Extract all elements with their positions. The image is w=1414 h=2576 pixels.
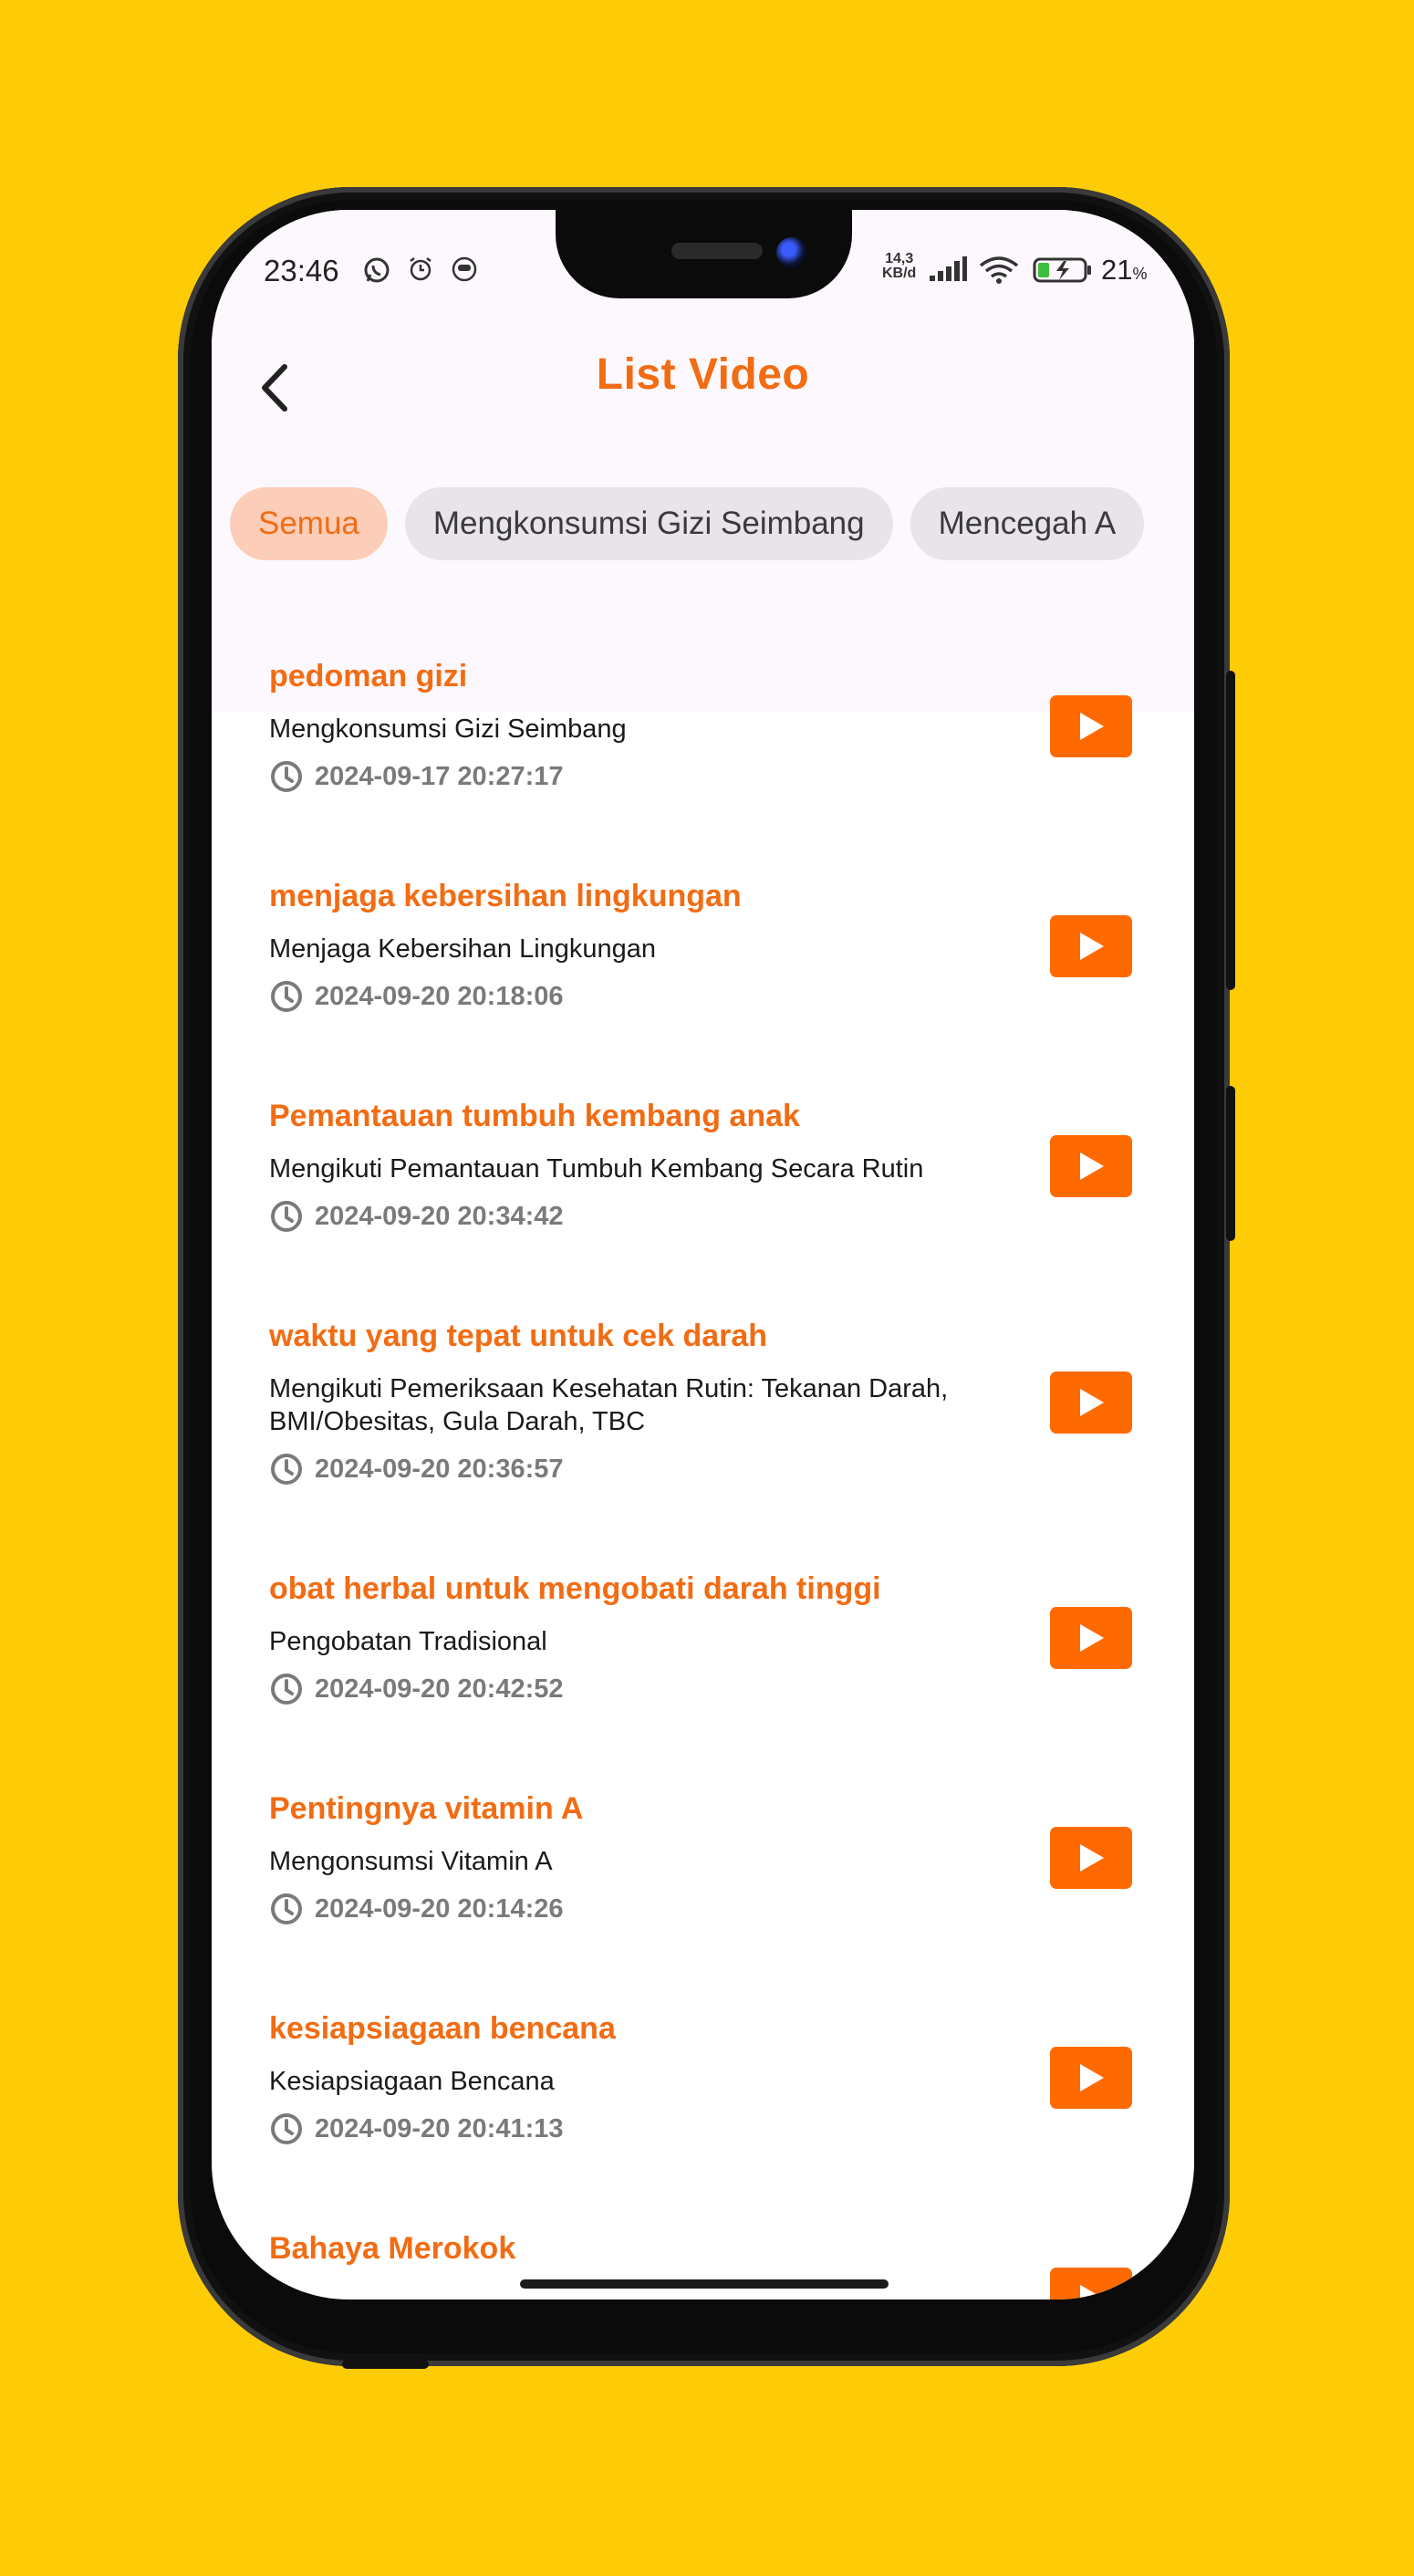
clock-icon [271, 761, 302, 792]
play-icon [1080, 2285, 1104, 2300]
video-title[interactable]: Pentingnya vitamin A [269, 1789, 1145, 1829]
app-screen: 23:46 14,3 KB/d 21% List Video Semua Men… [212, 210, 1194, 2300]
category-filter-bar: Semua Mengkonsumsi Gizi Seimbang Mencegah … [230, 487, 1161, 562]
video-category: Pengobatan Tradisional [269, 1627, 547, 1656]
clock-icon [271, 1454, 302, 1485]
play-video-button[interactable] [1050, 1827, 1132, 1889]
play-video-button[interactable] [1050, 2268, 1132, 2300]
play-video-button[interactable] [1050, 915, 1132, 977]
play-icon [1080, 713, 1104, 740]
status-time: 23:46 [264, 254, 339, 287]
page-title: List Video [596, 350, 810, 399]
phone-power-button [1226, 1086, 1235, 1241]
play-video-button[interactable] [1050, 1371, 1132, 1434]
clock-icon [271, 1674, 302, 1705]
clock-icon [271, 981, 302, 1012]
network-speed: 14,3 KB/d [882, 252, 916, 281]
wifi-icon [978, 256, 1020, 289]
clock-icon [271, 1201, 302, 1232]
camera-notch [556, 210, 852, 298]
network-speed-value: 14,3 [885, 251, 914, 266]
whatsapp-icon [362, 256, 391, 289]
video-date-row: 2024-09-20 20:36:57 [269, 1451, 1145, 1487]
clock-icon [271, 1893, 302, 1924]
play-video-button[interactable] [1050, 1135, 1132, 1197]
video-date: 2024-09-20 20:18:06 [315, 982, 564, 1011]
clock-icon [271, 2113, 302, 2144]
play-video-button[interactable] [1050, 695, 1132, 757]
filter-chip-gizi-seimbang[interactable]: Mengkonsumsi Gizi Seimbang [404, 487, 893, 560]
video-list-item[interactable]: waktu yang tepat untuk cek darah Mengikut… [269, 1316, 1145, 1487]
video-date-row: 2024-09-20 20:34:42 [269, 1198, 1145, 1235]
app-notification-icon [451, 256, 478, 287]
battery-charging-icon [1033, 256, 1093, 289]
filter-chip-semua[interactable]: Semua [230, 487, 388, 560]
video-category: Kesiapsiagaan Bencana [269, 2067, 555, 2096]
status-bar: 23:46 14,3 KB/d 21% [212, 210, 1194, 329]
video-title[interactable]: Pemantauan tumbuh kembang anak [269, 1096, 1145, 1136]
video-list-item[interactable]: obat herbal untuk mengobati darah tinggi… [269, 1569, 1145, 1707]
video-list-item[interactable]: kesiapsiagaan bencana Kesiapsiagaan Benca… [269, 2008, 1145, 2147]
video-title[interactable]: pedoman gizi [269, 656, 1145, 696]
filter-chip-mencegah[interactable]: Mencegah A [910, 487, 1145, 560]
play-video-button[interactable] [1050, 1607, 1132, 1669]
video-list-item[interactable]: Pentingnya vitamin A Mengonsumsi Vitamin … [269, 1789, 1145, 1927]
play-icon [1080, 1389, 1104, 1416]
video-list-item[interactable]: Bahaya Merokok [269, 2228, 1145, 2268]
video-date: 2024-09-20 20:41:13 [315, 2114, 564, 2143]
play-icon [1080, 1152, 1104, 1180]
video-category: Menjaga Kebersihan Lingkungan [269, 934, 657, 964]
battery-percent-unit: % [1132, 265, 1148, 283]
video-date-row: 2024-09-20 20:18:06 [269, 978, 1145, 1015]
video-title[interactable]: kesiapsiagaan bencana [269, 2008, 1145, 2049]
video-list: pedoman gizi Mengkonsumsi Gizi Seimbang 20… [212, 593, 1194, 2300]
play-icon [1080, 1624, 1104, 1652]
video-list-item[interactable]: Pemantauan tumbuh kembang anak Mengikuti … [269, 1096, 1145, 1235]
video-date: 2024-09-20 20:14:26 [315, 1894, 564, 1924]
video-date-row: 2024-09-17 20:27:17 [269, 758, 1145, 795]
network-speed-unit: KB/d [882, 266, 917, 281]
alarm-icon [407, 256, 434, 287]
video-list-item[interactable]: pedoman gizi Mengkonsumsi Gizi Seimbang 20… [269, 656, 1145, 795]
front-camera [776, 237, 807, 268]
phone-volume-button [1226, 671, 1235, 990]
play-icon [1080, 1844, 1104, 1872]
video-title[interactable]: waktu yang tepat untuk cek darah [269, 1316, 1145, 1356]
video-date: 2024-09-20 20:34:42 [315, 1202, 564, 1231]
home-indicator[interactable] [520, 2279, 889, 2289]
video-category: Mengonsumsi Vitamin A [269, 1847, 553, 1876]
phone-bottom-button [342, 2360, 429, 2369]
play-icon [1080, 2064, 1104, 2091]
play-icon [1080, 933, 1104, 960]
video-title[interactable]: Bahaya Merokok [269, 2228, 1145, 2268]
signal-icon [928, 256, 968, 287]
video-list-item[interactable]: menjaga kebersihan lingkungan Menjaga Keb… [269, 876, 1145, 1015]
video-category: Mengikuti Pemeriksaan Kesehatan Rutin: T… [269, 1374, 949, 1436]
video-date: 2024-09-17 20:27:17 [315, 762, 564, 791]
battery-percent: 21% [1101, 254, 1148, 287]
video-title[interactable]: menjaga kebersihan lingkungan [269, 876, 1145, 916]
play-video-button[interactable] [1050, 2047, 1132, 2109]
video-title[interactable]: obat herbal untuk mengobati darah tinggi [269, 1569, 1145, 1609]
earpiece-speaker [671, 243, 763, 259]
video-date-row: 2024-09-20 20:14:26 [269, 1891, 1145, 1927]
video-category: Mengkonsumsi Gizi Seimbang [269, 714, 627, 744]
video-date-row: 2024-09-20 20:41:13 [269, 2111, 1145, 2147]
video-date: 2024-09-20 20:42:52 [315, 1674, 564, 1704]
video-category: Mengikuti Pemantauan Tumbuh Kembang Seca… [269, 1154, 924, 1184]
video-date-row: 2024-09-20 20:42:52 [269, 1671, 1145, 1707]
battery-percent-value: 21 [1101, 254, 1133, 286]
video-date: 2024-09-20 20:36:57 [315, 1455, 564, 1484]
